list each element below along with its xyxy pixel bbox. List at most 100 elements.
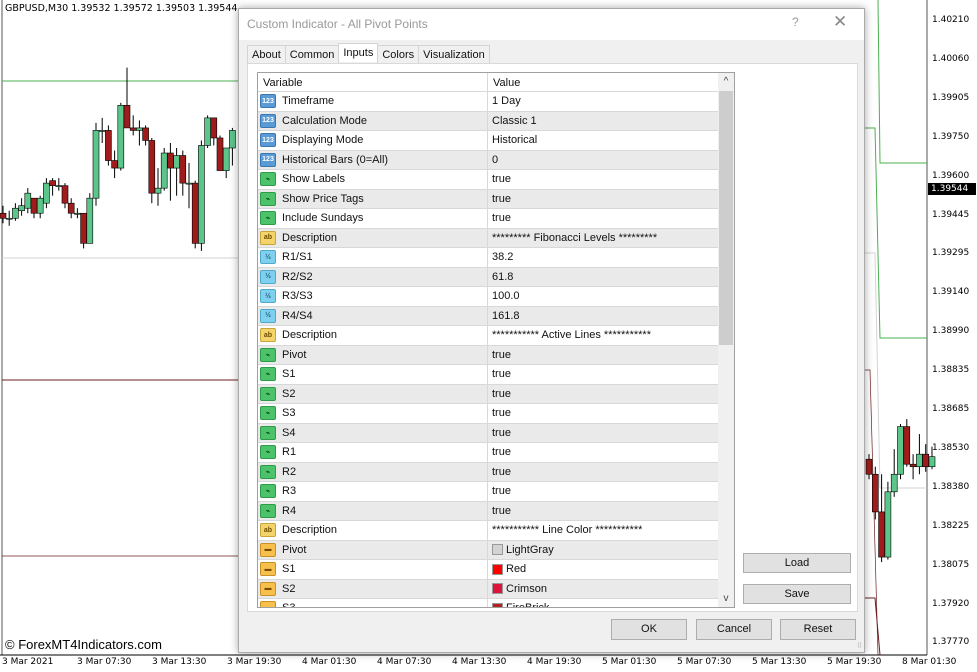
input-row[interactable]: ½ R1/S1 38.2 (258, 248, 719, 268)
input-row[interactable]: ½ R4/S4 161.8 (258, 306, 719, 326)
tab-inputs[interactable]: Inputs (338, 43, 379, 62)
resize-grip-icon[interactable]: ⠿ (857, 642, 862, 650)
variable-cell[interactable]: ⌁ Pivot (258, 345, 488, 364)
value-cell[interactable]: 161.8 (488, 307, 520, 326)
value-cell[interactable]: Red (488, 560, 526, 579)
input-row[interactable]: ⌁ R3 true (258, 482, 719, 502)
value-cell[interactable]: 100.0 (488, 287, 520, 306)
variable-cell[interactable]: ⌁ S1 (258, 365, 488, 384)
input-row[interactable]: ⌁ R1 true (258, 443, 719, 463)
value-cell[interactable]: 38.2 (488, 248, 513, 267)
variable-cell[interactable]: ⌁ S3 (258, 404, 488, 423)
value-cell[interactable]: true (488, 502, 511, 521)
variable-cell[interactable]: ½ R2/S2 (258, 267, 488, 286)
tab-common[interactable]: Common (284, 45, 340, 64)
input-row[interactable]: ab Description ********* Fibonacci Levels … (258, 228, 719, 248)
value-cell[interactable]: LightGray (488, 541, 554, 560)
value-cell[interactable]: true (488, 404, 511, 423)
value-cell[interactable]: Historical (488, 131, 537, 150)
value-cell[interactable]: *********** Line Color *********** (488, 521, 642, 540)
color-swatch[interactable] (492, 544, 503, 556)
color-swatch[interactable] (492, 583, 503, 595)
variable-cell[interactable]: ⌁ S2 (258, 384, 488, 403)
variable-cell[interactable]: ½ R3/S3 (258, 287, 488, 306)
tab-colors[interactable]: Colors (377, 45, 420, 64)
load-button[interactable]: Load (743, 553, 851, 573)
variable-cell[interactable]: ab Description (258, 326, 488, 345)
variable-cell[interactable]: ⌁ Include Sundays (258, 209, 488, 228)
variable-cell[interactable]: ⌁ R4 (258, 501, 488, 520)
variable-cell[interactable]: 123 Timeframe (258, 92, 488, 111)
value-cell[interactable]: FireBrick (488, 599, 549, 607)
input-row[interactable]: ⌁ S1 true (258, 365, 719, 385)
input-row[interactable]: ab Description *********** Line Color ****… (258, 521, 719, 541)
variable-cell[interactable]: ⌁ Show Price Tags (258, 189, 488, 208)
variable-cell[interactable]: 123 Displaying Mode (258, 131, 488, 150)
input-row[interactable]: ⌁ R2 true (258, 462, 719, 482)
color-swatch[interactable] (492, 563, 503, 575)
input-row[interactable]: ⌁ S2 true (258, 384, 719, 404)
input-row[interactable]: ⌁ Show Labels true (258, 170, 719, 190)
value-cell[interactable]: true (488, 209, 511, 228)
input-row[interactable]: ½ R3/S3 100.0 (258, 287, 719, 307)
input-row[interactable]: ▬ S2 Crimson (258, 579, 719, 599)
value-cell[interactable]: 0 (488, 151, 498, 170)
variable-cell[interactable]: ⌁ R1 (258, 443, 488, 462)
input-row[interactable]: 123 Displaying Mode Historical (258, 131, 719, 151)
color-swatch[interactable] (492, 602, 503, 607)
variable-cell[interactable]: ⌁ R2 (258, 462, 488, 481)
input-row[interactable]: ▬ Pivot LightGray (258, 540, 719, 560)
variable-cell[interactable]: ab Description (258, 521, 488, 540)
variable-cell[interactable]: 123 Historical Bars (0=All) (258, 150, 488, 169)
value-cell[interactable]: 61.8 (488, 268, 513, 287)
value-cell[interactable]: Crimson (488, 580, 547, 599)
variable-cell[interactable]: ½ R4/S4 (258, 306, 488, 325)
variable-cell[interactable]: ½ R1/S1 (258, 248, 488, 267)
dialog-titlebar[interactable]: Custom Indicator - All Pivot Points ? ✕ (239, 9, 864, 40)
value-cell[interactable]: true (488, 463, 511, 482)
input-row[interactable]: ⌁ Pivot true (258, 345, 719, 365)
save-button[interactable]: Save (743, 584, 851, 604)
variable-cell[interactable]: ⌁ S4 (258, 423, 488, 442)
value-cell[interactable]: true (488, 443, 511, 462)
value-cell[interactable]: true (488, 190, 511, 209)
input-row[interactable]: ab Description *********** Active Lines **… (258, 326, 719, 346)
scroll-down-button[interactable]: v (718, 590, 734, 607)
cancel-button[interactable]: Cancel (696, 619, 772, 640)
value-cell[interactable]: true (488, 385, 511, 404)
variable-cell[interactable]: 123 Calculation Mode (258, 111, 488, 130)
input-row[interactable]: ⌁ R4 true (258, 501, 719, 521)
variable-cell[interactable]: ⌁ R3 (258, 482, 488, 501)
value-cell[interactable]: true (488, 424, 511, 443)
value-cell[interactable]: *********** Active Lines *********** (488, 326, 651, 345)
input-row[interactable]: ⌁ Show Price Tags true (258, 189, 719, 209)
scrollbar-thumb[interactable] (719, 91, 733, 345)
value-cell[interactable]: true (488, 365, 511, 384)
tab-about[interactable]: About (247, 45, 286, 64)
value-cell[interactable]: true (488, 482, 511, 501)
variable-cell[interactable]: ab Description (258, 228, 488, 247)
input-row[interactable]: 123 Historical Bars (0=All) 0 (258, 150, 719, 170)
value-cell[interactable]: Classic 1 (488, 112, 537, 131)
help-button[interactable]: ? (792, 15, 799, 29)
reset-button[interactable]: Reset (780, 619, 856, 640)
column-header-value[interactable]: Value (488, 73, 525, 91)
close-icon[interactable]: ✕ (833, 12, 847, 32)
value-cell[interactable]: true (488, 346, 511, 365)
input-row[interactable]: 123 Timeframe 1 Day (258, 92, 719, 112)
tab-visualization[interactable]: Visualization (418, 45, 490, 64)
column-header-variable[interactable]: Variable (258, 73, 488, 91)
scroll-up-button[interactable]: ^ (718, 73, 734, 90)
vertical-scrollbar[interactable]: ^ v (718, 73, 734, 607)
variable-cell[interactable]: ▬ Pivot (258, 540, 488, 559)
ok-button[interactable]: OK (611, 619, 687, 640)
variable-cell[interactable]: ▬ S2 (258, 579, 488, 598)
value-cell[interactable]: ********* Fibonacci Levels ********* (488, 229, 657, 248)
variable-cell[interactable]: ▬ S1 (258, 560, 488, 579)
variable-cell[interactable]: ⌁ Show Labels (258, 170, 488, 189)
value-cell[interactable]: true (488, 170, 511, 189)
input-row[interactable]: ⌁ S3 true (258, 404, 719, 424)
input-row[interactable]: ½ R2/S2 61.8 (258, 267, 719, 287)
input-row[interactable]: 123 Calculation Mode Classic 1 (258, 111, 719, 131)
input-row[interactable]: ⌁ S4 true (258, 423, 719, 443)
